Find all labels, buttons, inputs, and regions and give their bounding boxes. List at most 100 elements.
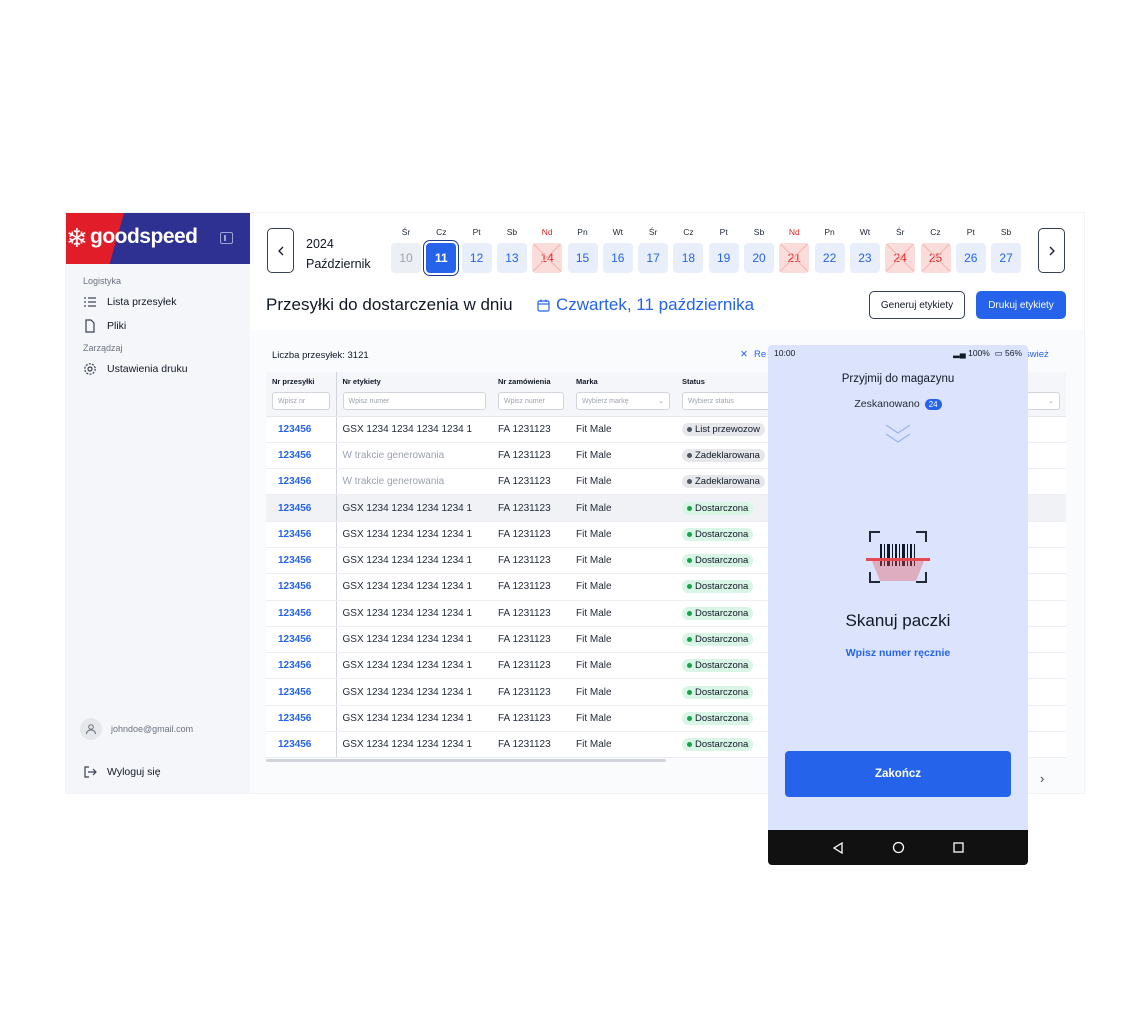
shipment-id-link[interactable]: 123456 bbox=[266, 705, 337, 733]
calendar-icon bbox=[537, 299, 550, 312]
column-header[interactable]: Status Wybierz status bbox=[676, 372, 776, 417]
column-filter-input[interactable]: Wpisz numer bbox=[498, 392, 564, 410]
order-number-cell: FA 1231123 bbox=[492, 494, 570, 522]
day-number-button[interactable]: 24 bbox=[885, 243, 916, 273]
day-number-button[interactable]: 26 bbox=[955, 243, 986, 273]
column-header[interactable]: Nr przesyłki Wpisz nr bbox=[266, 372, 337, 417]
calendar-day[interactable]: Cz 18 bbox=[673, 227, 704, 273]
prev-days-button[interactable] bbox=[267, 228, 294, 273]
shipment-id-link[interactable]: 123456 bbox=[266, 416, 337, 443]
day-number-button[interactable]: 19 bbox=[708, 243, 739, 273]
logout-button[interactable]: Wyloguj się bbox=[83, 762, 161, 782]
user-profile[interactable]: johndoe@gmail.com bbox=[80, 718, 193, 740]
calendar-day[interactable]: Nd 14 bbox=[532, 227, 563, 273]
refresh-button[interactable]: śwież bbox=[1025, 349, 1049, 360]
calendar-day[interactable]: Cz 11 bbox=[426, 227, 457, 273]
status-text: Dostarczona bbox=[695, 555, 749, 567]
day-number-button[interactable]: 22 bbox=[814, 243, 845, 273]
status-dot-icon bbox=[687, 637, 692, 643]
status-badge: Dostarczona bbox=[682, 633, 754, 647]
status-dot-icon bbox=[687, 742, 692, 748]
calendar-day[interactable]: Sb 27 bbox=[991, 227, 1022, 273]
calendar-day[interactable]: Śr 17 bbox=[638, 227, 669, 273]
calendar-day[interactable]: Pn 15 bbox=[567, 227, 598, 273]
order-number-cell: FA 1231123 bbox=[492, 731, 570, 759]
home-icon[interactable] bbox=[892, 841, 905, 854]
day-number-button[interactable]: 15 bbox=[567, 243, 598, 273]
column-header[interactable]: Nr zamówienia Wpisz numer bbox=[492, 372, 570, 417]
calendar-day[interactable]: Nd 21 bbox=[779, 227, 810, 273]
calendar-day[interactable]: Sb 20 bbox=[744, 227, 774, 273]
calendar-day[interactable]: Pt 12 bbox=[461, 227, 492, 273]
shipment-id-link[interactable]: 123456 bbox=[266, 494, 337, 522]
status-badge: Dostarczona bbox=[682, 685, 754, 699]
chevron-down-icon: ⌄ bbox=[1048, 398, 1054, 405]
day-of-week-label: Wt bbox=[859, 227, 871, 237]
day-number-button[interactable]: 20 bbox=[744, 243, 774, 273]
calendar-day[interactable]: Wt 23 bbox=[849, 227, 880, 273]
shipment-id-link[interactable]: 123456 bbox=[266, 731, 337, 759]
chevron-down-icon bbox=[885, 433, 911, 443]
calendar-day[interactable]: Pn 22 bbox=[814, 227, 845, 273]
shipment-id-link[interactable]: 123456 bbox=[266, 521, 337, 548]
status-text: Dostarczona bbox=[695, 712, 749, 724]
battery-icon: ▭ bbox=[994, 348, 1003, 358]
calendar-day[interactable]: Pt 26 bbox=[955, 227, 986, 273]
sidebar-item-shipments[interactable]: Lista przesyłek bbox=[83, 292, 176, 312]
calendar-day[interactable]: Wt 16 bbox=[602, 227, 633, 273]
horizontal-scrollbar[interactable] bbox=[266, 759, 666, 762]
day-number-button[interactable]: 27 bbox=[991, 243, 1022, 273]
day-number-button[interactable]: 17 bbox=[638, 243, 669, 273]
column-header-label: Nr etykiety bbox=[342, 377, 381, 386]
day-number-button[interactable]: 13 bbox=[496, 243, 527, 273]
shipment-id-link[interactable]: 123456 bbox=[266, 442, 337, 470]
date-picker-link[interactable]: Czwartek, 11 października bbox=[537, 295, 754, 315]
back-icon[interactable] bbox=[832, 841, 844, 854]
calendar-day[interactable]: Sb 13 bbox=[496, 227, 527, 273]
day-number-button[interactable]: 21 bbox=[779, 243, 810, 273]
shipment-id-link[interactable]: 123456 bbox=[266, 468, 337, 496]
page-title: Przesyłki do dostarczenia w dniu bbox=[266, 295, 513, 314]
calendar-day[interactable]: Śr 10 bbox=[391, 227, 421, 273]
shipment-id-link[interactable]: 123456 bbox=[266, 626, 337, 654]
finish-button[interactable]: Zakończ bbox=[785, 751, 1011, 797]
column-filter-input[interactable]: Wpisz numer bbox=[342, 392, 486, 410]
label-number-cell: GSX 1234 1234 1234 1234 1 bbox=[336, 705, 492, 733]
manual-entry-link[interactable]: Wpisz numer ręcznie bbox=[768, 647, 1028, 659]
mobile-scanner-screen: 10:00 ▂▄ 100% ▭ 56% Przyjmij do magazynu… bbox=[768, 345, 1028, 865]
reset-filters-button[interactable]: ✕ Re bbox=[740, 349, 766, 360]
column-filter-select[interactable]: Wybierz status bbox=[682, 392, 770, 410]
next-page-chevron-icon[interactable]: › bbox=[1040, 771, 1044, 786]
day-number-button[interactable]: 16 bbox=[602, 243, 633, 273]
day-number-button[interactable]: 14 bbox=[532, 243, 563, 273]
reset-label: Re bbox=[753, 349, 767, 360]
day-number-button[interactable]: 25 bbox=[920, 243, 951, 273]
day-number-button[interactable]: 11 bbox=[426, 243, 457, 273]
day-number-button[interactable]: 12 bbox=[461, 243, 492, 273]
recents-icon[interactable] bbox=[953, 842, 964, 853]
shipment-id-link[interactable]: 123456 bbox=[266, 600, 337, 627]
column-header[interactable]: Marka Wybierz markę ⌄ bbox=[570, 372, 676, 417]
column-filter-select[interactable]: Wybierz markę ⌄ bbox=[576, 392, 670, 410]
next-days-button[interactable] bbox=[1038, 228, 1065, 273]
shipment-id-link[interactable]: 123456 bbox=[266, 547, 337, 575]
sidebar-collapse-icon[interactable] bbox=[220, 232, 233, 244]
day-number-button[interactable]: 10 bbox=[391, 243, 421, 273]
day-number-button[interactable]: 23 bbox=[849, 243, 880, 273]
calendar-day[interactable]: Śr 24 bbox=[885, 227, 916, 273]
calendar-month: Październik bbox=[306, 257, 371, 271]
day-of-week-label: Sb bbox=[1000, 227, 1012, 237]
shipment-id-link[interactable]: 123456 bbox=[266, 678, 337, 706]
shipment-id-link[interactable]: 123456 bbox=[266, 652, 337, 680]
shipment-id-link[interactable]: 123456 bbox=[266, 573, 337, 601]
phone-title: Przyjmij do magazynu bbox=[841, 373, 955, 385]
sidebar-item-print-settings[interactable]: Ustawienia druku bbox=[83, 359, 188, 379]
calendar-day[interactable]: Cz 25 bbox=[920, 227, 951, 273]
column-header[interactable]: Nr etykiety Wpisz numer bbox=[336, 372, 492, 417]
column-filter-input[interactable]: Wpisz nr bbox=[272, 392, 330, 410]
calendar-day[interactable]: Pt 19 bbox=[708, 227, 739, 273]
print-labels-button[interactable]: Drukuj etykiety bbox=[976, 291, 1066, 319]
generate-labels-button[interactable]: Generuj etykiety bbox=[869, 291, 965, 319]
day-number-button[interactable]: 18 bbox=[673, 243, 704, 273]
sidebar-item-files[interactable]: Pliki bbox=[83, 316, 126, 336]
